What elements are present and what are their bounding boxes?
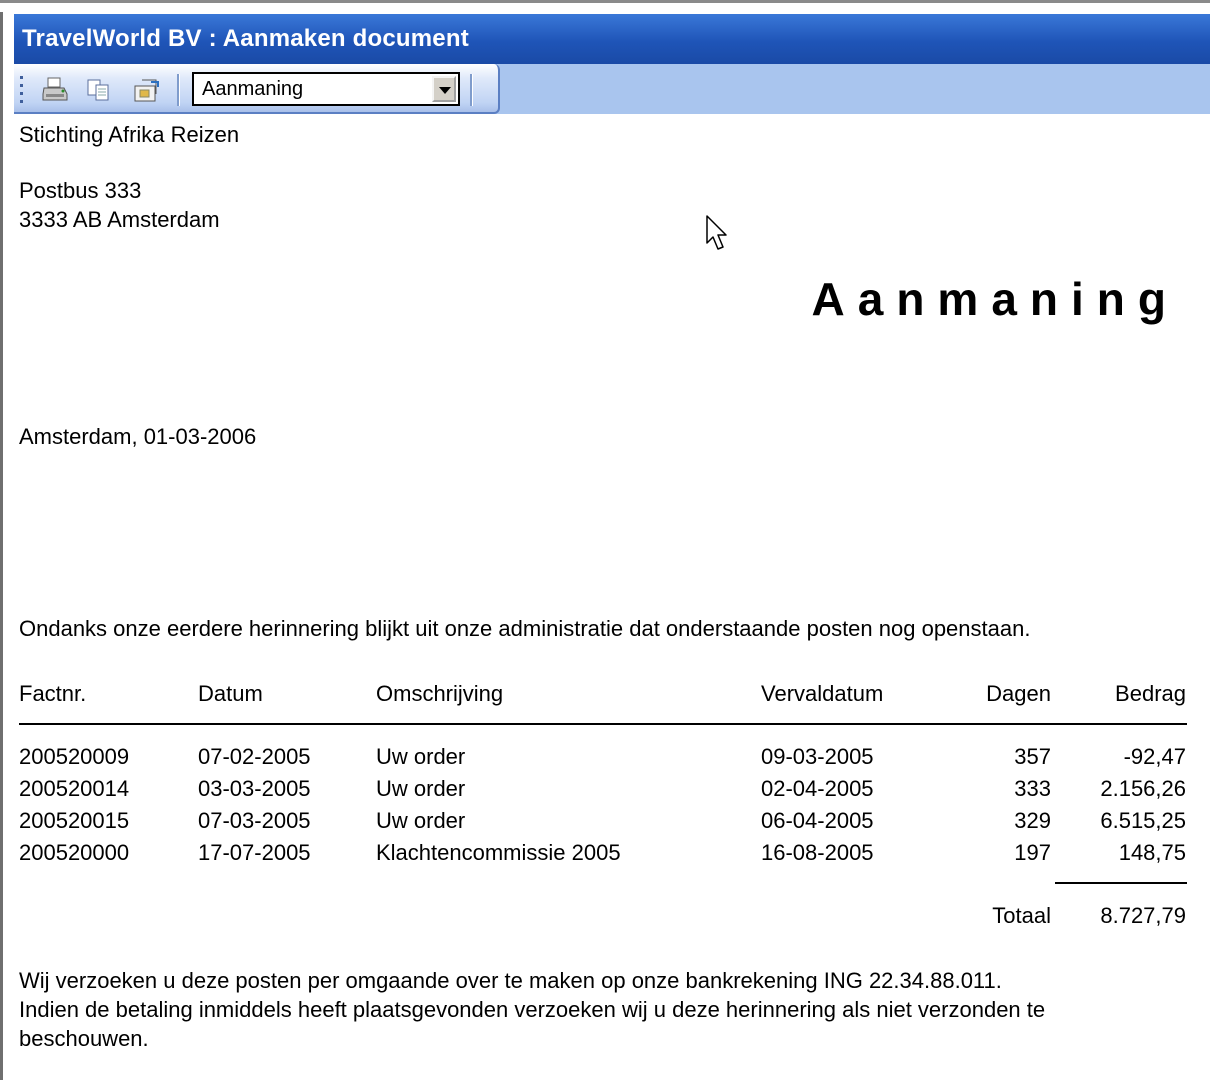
cell-factnr: 200520014 [19,776,130,801]
recipient-address-1: Postbus 333 [19,178,142,203]
cell-dagen: 329 [1014,808,1051,833]
print-button[interactable] [40,76,70,104]
cell-factnr: 200520009 [19,744,130,769]
total-value: 8.727,79 [1100,903,1186,928]
recipient-address-2: 3333 AB Amsterdam [19,207,220,232]
cell-dagen: 333 [1014,776,1051,801]
cell-factnr: 200520015 [19,808,130,833]
col-header-omschrijving: Omschrijving [376,681,504,706]
cell-omschrijving: Uw order [376,744,466,769]
cell-bedrag: 148,75 [1118,840,1186,865]
cell-dagen: 197 [1014,840,1051,865]
cell-datum: 17-07-2005 [198,840,311,865]
col-header-vervaldatum: Vervaldatum [761,681,884,706]
cell-omschrijving: Uw order [376,808,466,833]
cell-factnr: 200520000 [19,840,130,865]
col-header-datum: Datum [198,681,263,706]
mouse-pointer-icon [706,215,727,250]
export-button[interactable] [132,76,162,104]
total-label: Totaal [992,903,1051,928]
print-icon [42,77,68,101]
col-header-bedrag: Bedrag [1115,681,1186,706]
export-icon [134,79,159,102]
cell-bedrag: -92,47 [1123,744,1186,769]
toolbar-separator [470,74,473,106]
cell-datum: 07-03-2005 [198,808,311,833]
window-top-border [0,0,1210,12]
window-title: TravelWorld BV : Aanmaken document [14,14,1210,64]
cell-vervaldatum: 06-04-2005 [761,808,874,833]
copy-button[interactable] [84,76,114,104]
cell-datum: 07-02-2005 [198,744,311,769]
cell-bedrag: 6.515,25 [1100,808,1186,833]
col-header-factnr: Factnr. [19,681,87,706]
letter-heading: Aanmaning [811,273,1179,325]
copy-icon [87,79,109,101]
cell-vervaldatum: 02-04-2005 [761,776,874,801]
document-type-value: Aanmaning [202,78,304,100]
toolbar-separator [177,74,180,106]
chevron-down-icon[interactable] [432,76,456,102]
table-header-rule [19,723,1187,725]
cell-datum: 03-03-2005 [198,776,311,801]
intro-text: Ondanks onze eerdere herinnering blijkt … [19,616,1031,641]
cell-vervaldatum: 09-03-2005 [761,744,874,769]
cell-omschrijving: Uw order [376,776,466,801]
cell-vervaldatum: 16-08-2005 [761,840,874,865]
closing-line-3: beschouwen. [19,1026,149,1051]
place-date: Amsterdam, 01-03-2006 [19,424,257,449]
toolbar-grip[interactable] [20,76,24,104]
cell-dagen: 357 [1014,744,1051,769]
total-rule [1055,882,1187,884]
document-type-select[interactable]: Aanmaning [192,72,460,106]
toolbar: Aanmaning [14,64,500,114]
cell-bedrag: 2.156,26 [1100,776,1186,801]
col-header-dagen: Dagen [986,681,1051,706]
closing-line-1: Wij verzoeken u deze posten per omgaande… [19,968,1002,993]
closing-line-2: Indien de betaling inmiddels heeft plaat… [19,997,1046,1022]
cell-omschrijving: Klachtencommissie 2005 [376,840,621,865]
recipient-name: Stichting Afrika Reizen [19,122,240,147]
